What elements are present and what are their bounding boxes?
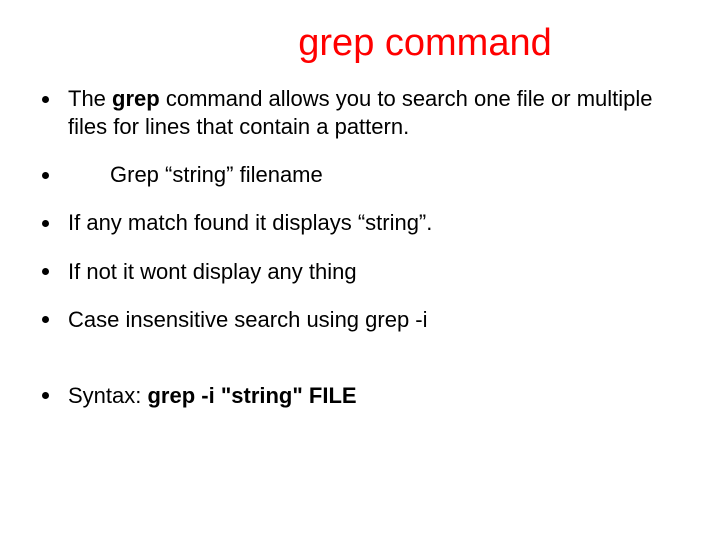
text: The	[68, 86, 112, 111]
slide-title: grep command	[130, 0, 720, 65]
slide: grep command The grep command allows you…	[0, 0, 720, 540]
bold-text: grep	[112, 86, 160, 111]
list-item: Grep “string” filename	[32, 161, 680, 189]
text: Syntax:	[68, 383, 147, 408]
text: Case insensitive search using grep -i	[68, 307, 428, 332]
list-item: The grep command allows you to search on…	[32, 85, 680, 141]
list-item: Case insensitive search using grep -i	[32, 306, 680, 334]
bold-text: grep -i "string" FILE	[147, 383, 356, 408]
list-item: Syntax: grep -i "string" FILE	[32, 382, 680, 410]
text: If not it wont display any thing	[68, 259, 357, 284]
text: If any match found it displays “string”.	[68, 210, 432, 235]
list-item: If not it wont display any thing	[32, 258, 680, 286]
list-item: If any match found it displays “string”.	[32, 209, 680, 237]
bullet-list: The grep command allows you to search on…	[0, 85, 720, 410]
text: Grep “string” filename	[110, 162, 323, 187]
